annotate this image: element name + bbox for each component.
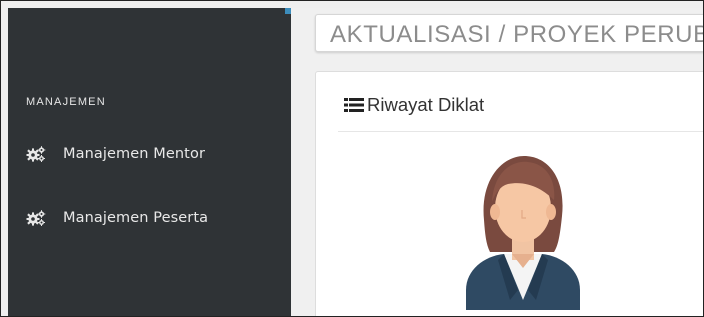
sidebar-item-label: Manajemen Peserta [63, 210, 209, 226]
page-title-box: AKTUALISASI / PROYEK PERUBAHAN [315, 14, 703, 52]
app-window: MANAJEMEN Manajemen Mentor Manajemen Pes… [0, 0, 704, 317]
sidebar: MANAJEMEN Manajemen Mentor Manajemen Pes… [8, 8, 291, 316]
female-avatar-icon [462, 150, 582, 310]
main-content: AKTUALISASI / PROYEK PERUBAHAN Riwayat D… [291, 8, 703, 316]
sidebar-item-manajemen-peserta[interactable]: Manajemen Peserta [26, 203, 286, 233]
gears-icon [26, 210, 46, 226]
sidebar-section-header: MANAJEMEN [26, 96, 106, 108]
list-icon [344, 97, 364, 113]
panel-title: Riwayat Diklat [367, 94, 485, 115]
sidebar-item-manajemen-mentor[interactable]: Manajemen Mentor [26, 139, 286, 169]
page-title: AKTUALISASI / PROYEK PERUBAHAN [330, 21, 703, 48]
panel-divider [338, 131, 703, 132]
gears-icon [26, 146, 46, 162]
panel-header: Riwayat Diklat [344, 94, 484, 116]
riwayat-diklat-panel: Riwayat Diklat [315, 71, 703, 316]
sidebar-item-label: Manajemen Mentor [63, 146, 206, 162]
